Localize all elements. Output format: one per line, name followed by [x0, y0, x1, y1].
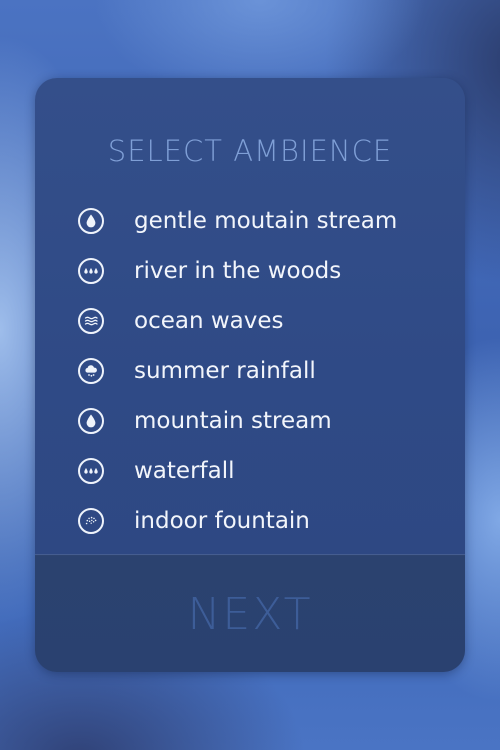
ambience-option-label: summer rainfall — [134, 358, 316, 384]
ambience-option-label: gentle moutain stream — [134, 208, 398, 234]
ambience-panel: SELECT AMBIENCE gentle moutain stream ri… — [35, 78, 465, 672]
droplets-icon — [78, 458, 104, 484]
droplet-icon — [78, 208, 104, 234]
droplet-icon — [78, 408, 104, 434]
ambience-option-label: river in the woods — [134, 258, 342, 284]
next-button-label: NEXT — [187, 588, 313, 640]
ambience-option-river-in-the-woods[interactable]: river in the woods — [35, 246, 465, 296]
ambience-option-mountain-stream[interactable]: mountain stream — [35, 396, 465, 446]
ambience-option-waterfall[interactable]: waterfall — [35, 446, 465, 496]
ambience-option-label: waterfall — [134, 458, 235, 484]
panel-title: SELECT AMBIENCE — [107, 134, 393, 168]
waves-icon — [78, 308, 104, 334]
fountain-icon — [78, 508, 104, 534]
rain-cloud-icon — [78, 358, 104, 384]
ambience-option-summer-rainfall[interactable]: summer rainfall — [35, 346, 465, 396]
ambience-option-indoor-fountain[interactable]: indoor fountain — [35, 496, 465, 546]
ambience-option-gentle-mountain-stream[interactable]: gentle moutain stream — [35, 196, 465, 246]
ambience-option-label: mountain stream — [134, 408, 332, 434]
next-button[interactable]: NEXT — [35, 556, 465, 672]
ambience-list: gentle moutain stream river in the woods — [35, 196, 465, 546]
droplets-icon — [78, 258, 104, 284]
ambience-option-label: ocean waves — [134, 308, 284, 334]
ambience-option-label: indoor fountain — [134, 508, 310, 534]
ambience-option-ocean-waves[interactable]: ocean waves — [35, 296, 465, 346]
